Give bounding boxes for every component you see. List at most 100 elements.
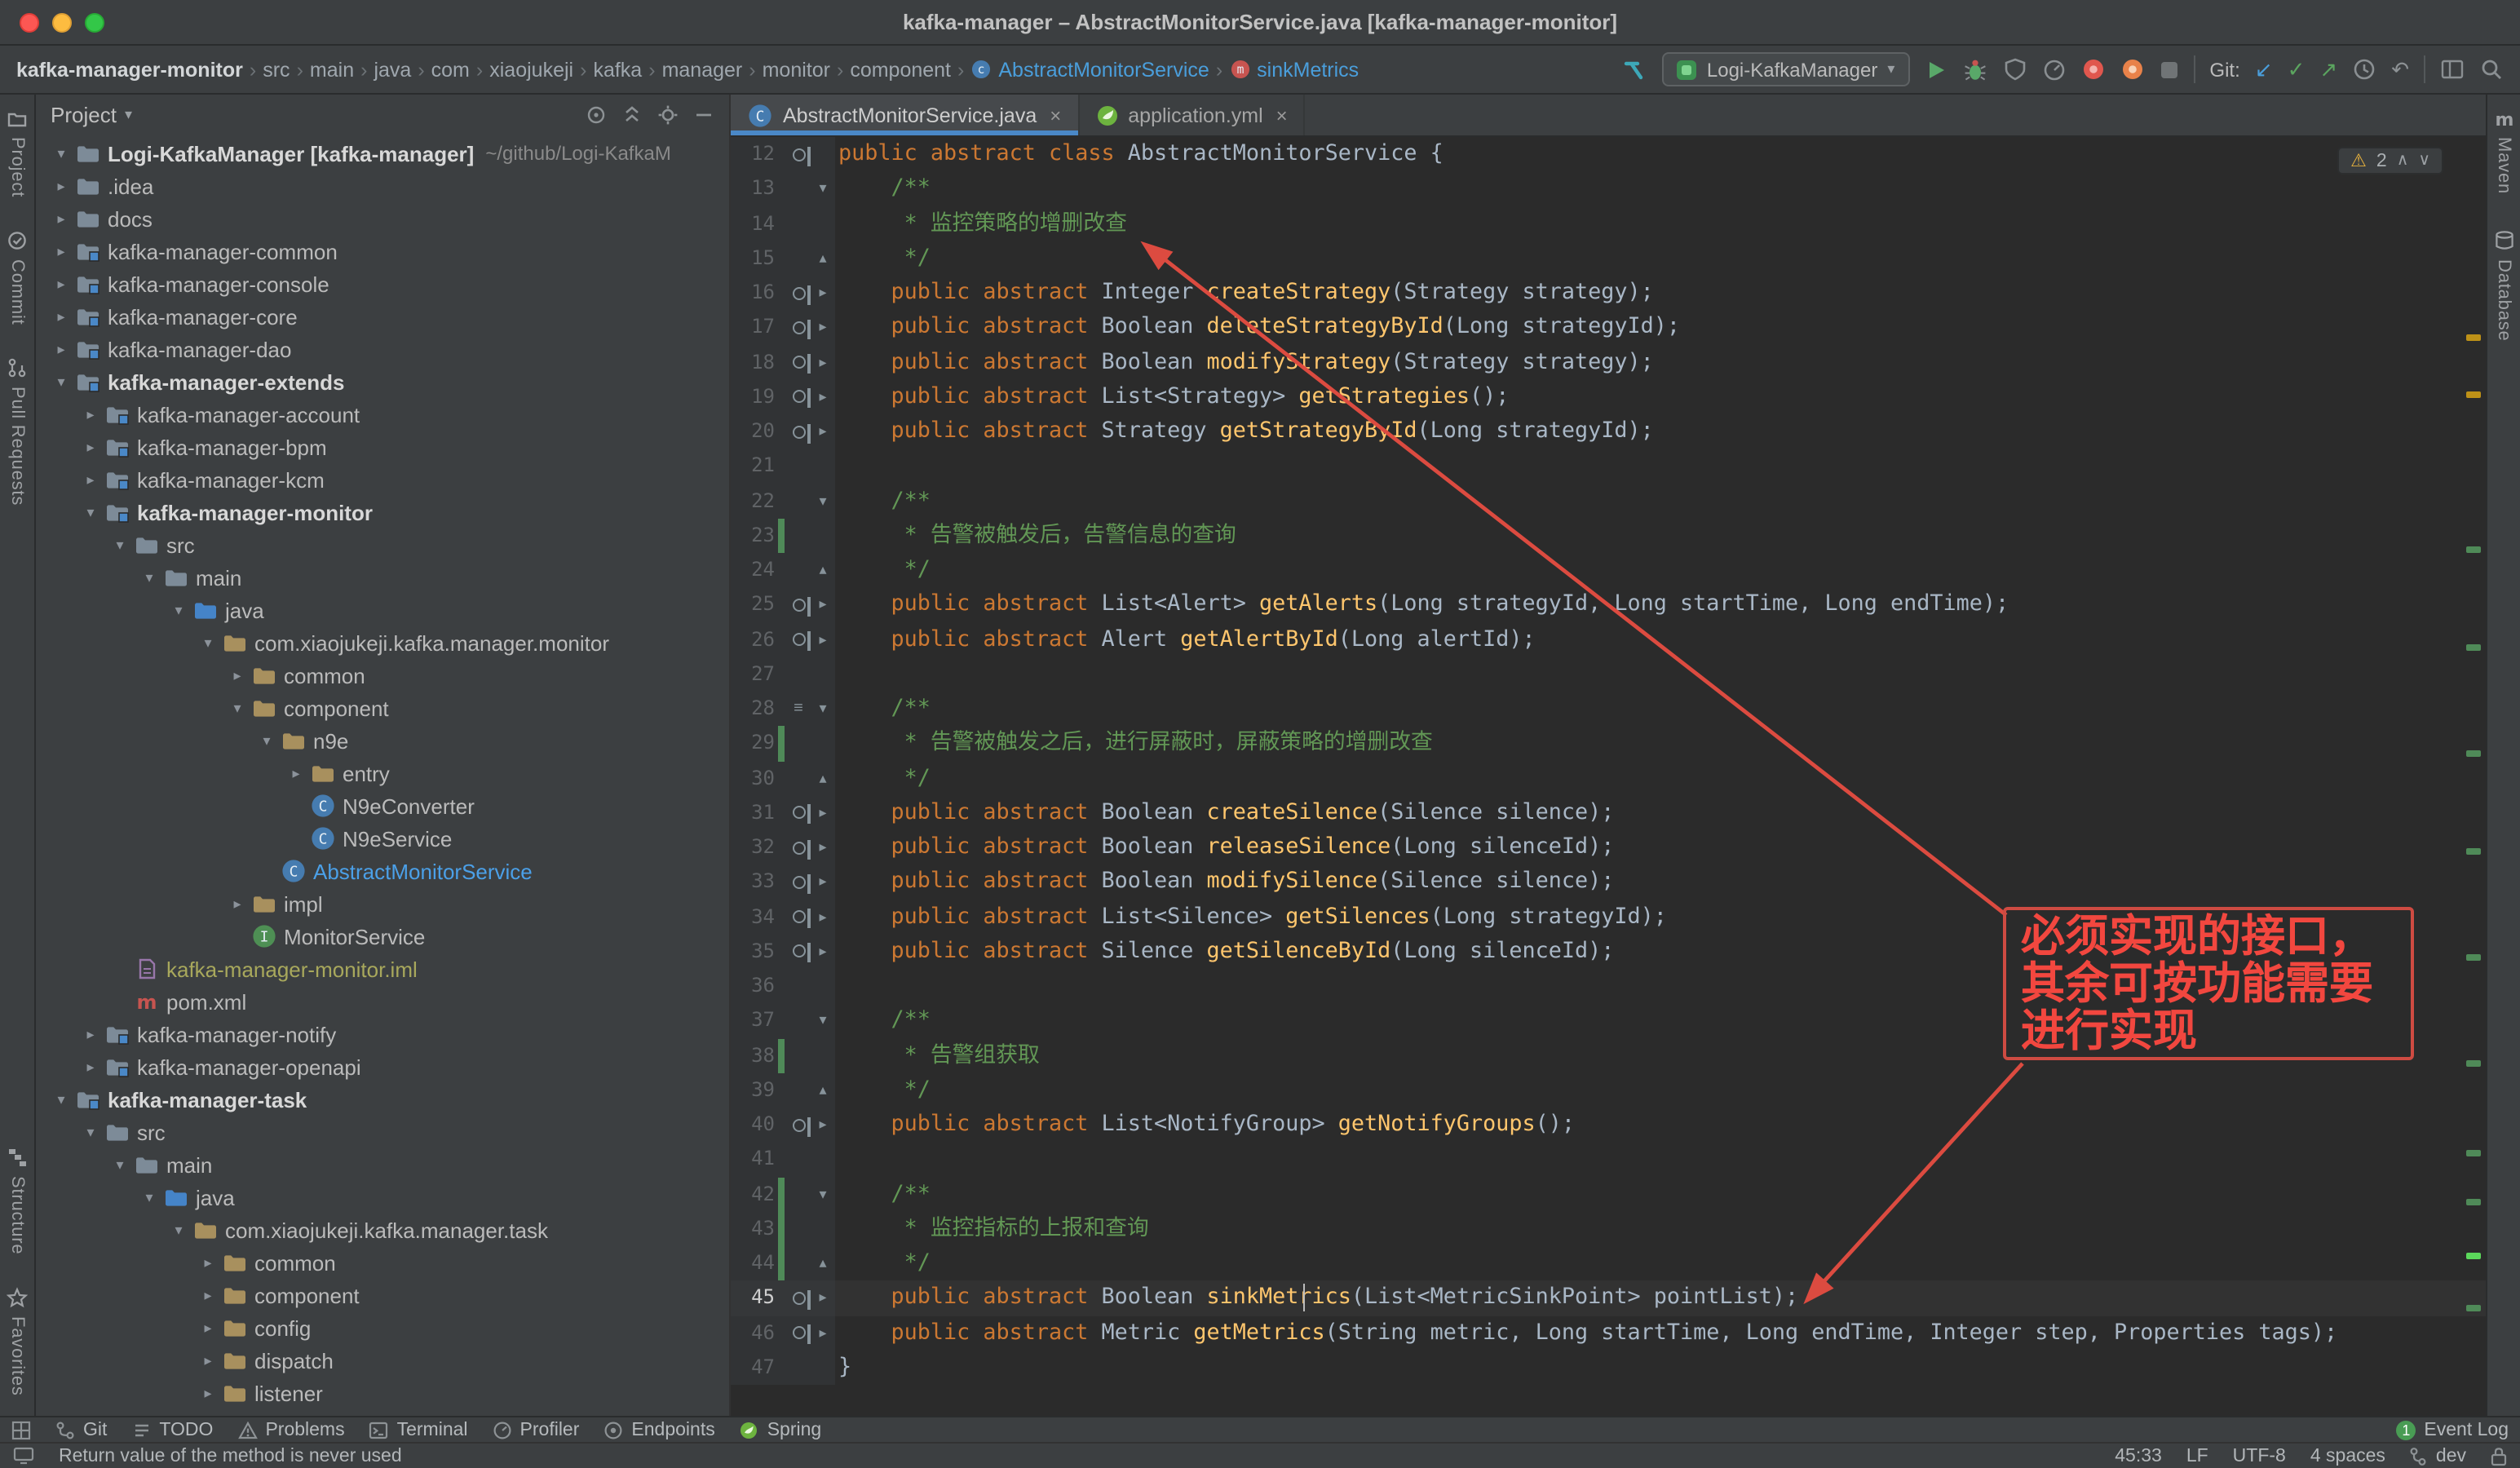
code-line[interactable]: 22▾ /**	[731, 484, 2486, 519]
code-line[interactable]: 26▸ public abstract Alert getAlertById(L…	[731, 622, 2486, 657]
coverage-button[interactable]	[2002, 57, 2027, 82]
chevron-down-icon[interactable]: ▾	[254, 732, 279, 749]
code-text[interactable]: * 监控指标的上报和查询	[835, 1212, 1149, 1247]
implemented-marker-icon[interactable]	[792, 807, 805, 820]
chevron-right-icon[interactable]: ▸	[49, 177, 73, 195]
editor-gutter[interactable]: 15▴	[731, 241, 835, 276]
git-update-button[interactable]: ↙	[2255, 59, 2273, 80]
tree-item[interactable]: ▸component	[36, 1279, 729, 1311]
implementation-arrow-icon[interactable]: ▸	[819, 285, 826, 300]
search-everywhere-button[interactable]	[2479, 57, 2504, 82]
code-text[interactable]: * 告警被触发后，告警信息的查询	[835, 519, 1236, 554]
implemented-marker-icon[interactable]	[792, 633, 805, 646]
tree-item[interactable]: ▾kafka-manager-monitor	[36, 496, 729, 528]
tree-item[interactable]: IMonitorService	[36, 920, 729, 953]
chevron-down-icon[interactable]: ▾	[196, 634, 220, 652]
code-line[interactable]: 29 * 告警被触发之后，进行屏蔽时，屏蔽策略的增删改查	[731, 727, 2486, 762]
line-number[interactable]: 16	[731, 276, 775, 311]
fold-open-icon[interactable]: ▾	[819, 182, 826, 197]
tool-stripe-button-pull-requests[interactable]: Pull Requests	[7, 358, 28, 506]
editor-gutter[interactable]: 34▸	[731, 900, 835, 935]
code-line[interactable]: 14 * 监控策略的增删改查	[731, 206, 2486, 241]
code-text[interactable]: * 监控策略的增删改查	[835, 206, 1127, 241]
editor-gutter[interactable]: 12	[731, 137, 835, 172]
line-number[interactable]: 34	[731, 900, 775, 935]
code-text[interactable]: public abstract List<Alert> getAlerts(Lo…	[835, 588, 2009, 623]
code-text[interactable]: /**	[835, 692, 931, 727]
chevron-right-icon[interactable]: ▸	[49, 307, 73, 325]
code-line[interactable]: 27	[731, 657, 2486, 692]
line-number[interactable]: 47	[731, 1351, 775, 1386]
breadcrumb-item[interactable]: component	[850, 58, 951, 81]
chevron-down-icon[interactable]: ▾	[166, 601, 191, 619]
code-text[interactable]: public abstract Boolean deleteStrategyBy…	[835, 311, 1680, 346]
locate-file-button[interactable]	[586, 104, 607, 126]
chevron-right-icon[interactable]: ▸	[78, 405, 103, 423]
code-text[interactable]: public abstract Alert getAlertById(Long …	[835, 622, 1536, 657]
stop-button[interactable]	[2159, 60, 2178, 79]
code-line[interactable]: 44▴ */	[731, 1246, 2486, 1281]
close-tab-icon[interactable]: ×	[1050, 104, 1061, 126]
line-number[interactable]: 33	[731, 865, 775, 900]
chevron-right-icon[interactable]: ▸	[196, 1384, 220, 1402]
chevron-down-icon[interactable]: ▾	[108, 536, 132, 554]
stripe-mark[interactable]	[2466, 546, 2481, 553]
tree-item[interactable]: ▾kafka-manager-task	[36, 1083, 729, 1116]
chevron-right-icon[interactable]: ▸	[196, 1319, 220, 1337]
editor-gutter[interactable]: 22▾	[731, 484, 835, 519]
code-text[interactable]: }	[835, 1351, 851, 1386]
editor-gutter[interactable]: 30▴	[731, 761, 835, 796]
chevron-right-icon[interactable]: ▸	[78, 1058, 103, 1076]
code-text[interactable]: * 告警组获取	[835, 1038, 1040, 1073]
line-number[interactable]: 28	[731, 692, 775, 727]
profiler-button[interactable]	[2041, 57, 2066, 82]
line-number[interactable]: 19	[731, 380, 775, 415]
tree-item[interactable]: ▸kafka-manager-bpm	[36, 431, 729, 463]
implementation-arrow-icon[interactable]: ▸	[819, 632, 826, 647]
editor-gutter[interactable]: 31▸	[731, 796, 835, 831]
indent-style[interactable]: 4 spaces	[2310, 1446, 2385, 1466]
stripe-mark[interactable]	[2466, 1199, 2481, 1205]
fold-close-icon[interactable]: ▴	[819, 1083, 826, 1098]
line-separator[interactable]: LF	[2186, 1446, 2208, 1466]
stripe-mark[interactable]	[2466, 391, 2481, 398]
breadcrumb-item[interactable]: java	[374, 58, 411, 81]
code-line[interactable]: 25▸ public abstract List<Alert> getAlert…	[731, 588, 2486, 623]
line-number[interactable]: 23	[731, 519, 775, 554]
close-tab-icon[interactable]: ×	[1276, 104, 1288, 126]
tree-item[interactable]: ▾java	[36, 594, 729, 626]
tool-window-button-git[interactable]: Git	[55, 1420, 107, 1439]
editor-gutter[interactable]: 38	[731, 1038, 835, 1073]
implementation-arrow-icon[interactable]: ▸	[819, 598, 826, 612]
code-text[interactable]: public abstract Integer createStrategy(S…	[835, 276, 1654, 311]
implemented-marker-icon[interactable]	[792, 945, 805, 958]
tree-item[interactable]: ▸dispatch	[36, 1344, 729, 1377]
chevron-right-icon[interactable]: ▸	[196, 1351, 220, 1369]
editor-gutter[interactable]: 26▸	[731, 622, 835, 657]
editor-gutter[interactable]: 36	[731, 969, 835, 1004]
code-line[interactable]: 45▸ public abstract Boolean sinkMetrics(…	[731, 1281, 2486, 1316]
chevron-down-icon[interactable]: ▾	[166, 1221, 191, 1239]
tree-item[interactable]: ▸kafka-manager-core	[36, 300, 729, 333]
tree-item[interactable]: ▸config	[36, 1311, 729, 1344]
chevron-right-icon[interactable]: ▸	[78, 438, 103, 456]
editor-gutter[interactable]: 19▸	[731, 380, 835, 415]
tree-item[interactable]: ▾src	[36, 1116, 729, 1148]
implementation-arrow-icon[interactable]: ▸	[819, 840, 826, 855]
git-branch-widget[interactable]: dev	[2410, 1446, 2466, 1466]
tree-item[interactable]: ▸docs	[36, 202, 729, 235]
breadcrumb-item[interactable]: src	[263, 58, 290, 81]
implementation-arrow-icon[interactable]: ▸	[819, 321, 826, 335]
tree-item[interactable]: ▾com.xiaojukeji.kafka.manager.monitor	[36, 626, 729, 659]
code-text[interactable]: public abstract Boolean modifyStrategy(S…	[835, 345, 1654, 380]
chevron-right-icon[interactable]: ▸	[49, 340, 73, 358]
stripe-mark[interactable]	[2466, 848, 2481, 855]
stripe-mark[interactable]	[2466, 954, 2481, 961]
settings-gear-icon[interactable]	[657, 104, 679, 126]
code-editor[interactable]: 12public abstract class AbstractMonitorS…	[731, 137, 2486, 1416]
line-number[interactable]: 43	[731, 1212, 775, 1247]
line-number[interactable]: 38	[731, 1038, 775, 1073]
stripe-mark[interactable]	[2466, 1060, 2481, 1067]
run-configuration-select[interactable]: Logi-KafkaManager ▾	[1663, 52, 1910, 86]
fold-close-icon[interactable]: ▴	[819, 563, 826, 577]
